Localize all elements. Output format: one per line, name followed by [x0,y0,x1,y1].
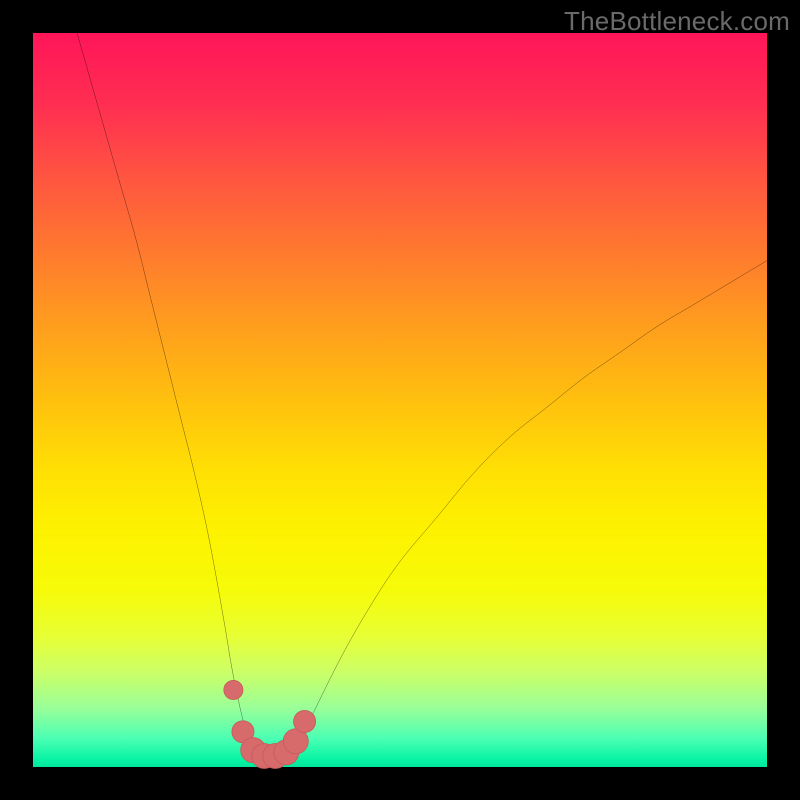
chart-frame: TheBottleneck.com [0,0,800,800]
optimal-range-markers [224,680,316,768]
bottleneck-curve [77,33,767,758]
optimal-marker [224,680,243,699]
bottleneck-curve-svg [33,33,767,767]
plot-area [33,33,767,767]
optimal-marker [294,710,316,732]
